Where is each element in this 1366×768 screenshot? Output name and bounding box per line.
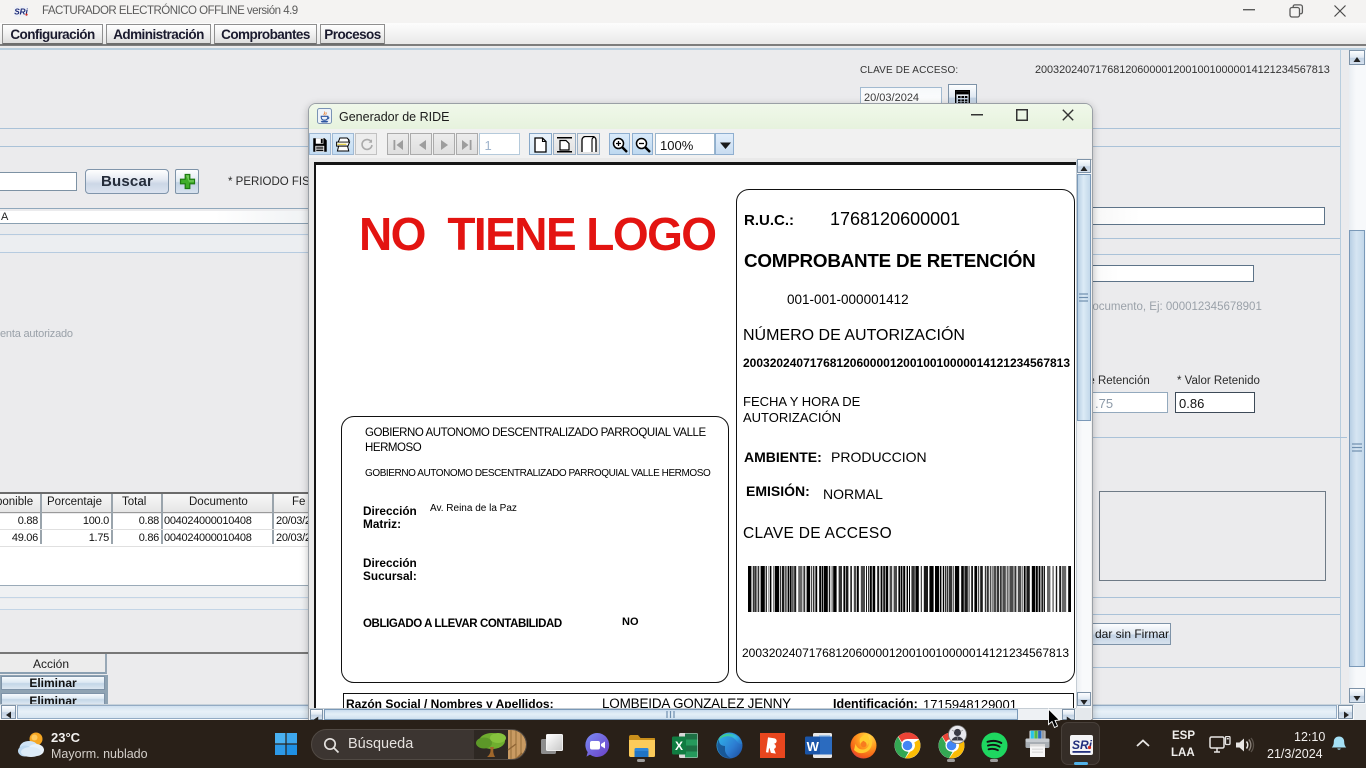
svg-text:X: X: [675, 739, 683, 753]
svg-text:W: W: [807, 739, 820, 754]
svg-text:SRi: SRi: [1072, 738, 1093, 752]
